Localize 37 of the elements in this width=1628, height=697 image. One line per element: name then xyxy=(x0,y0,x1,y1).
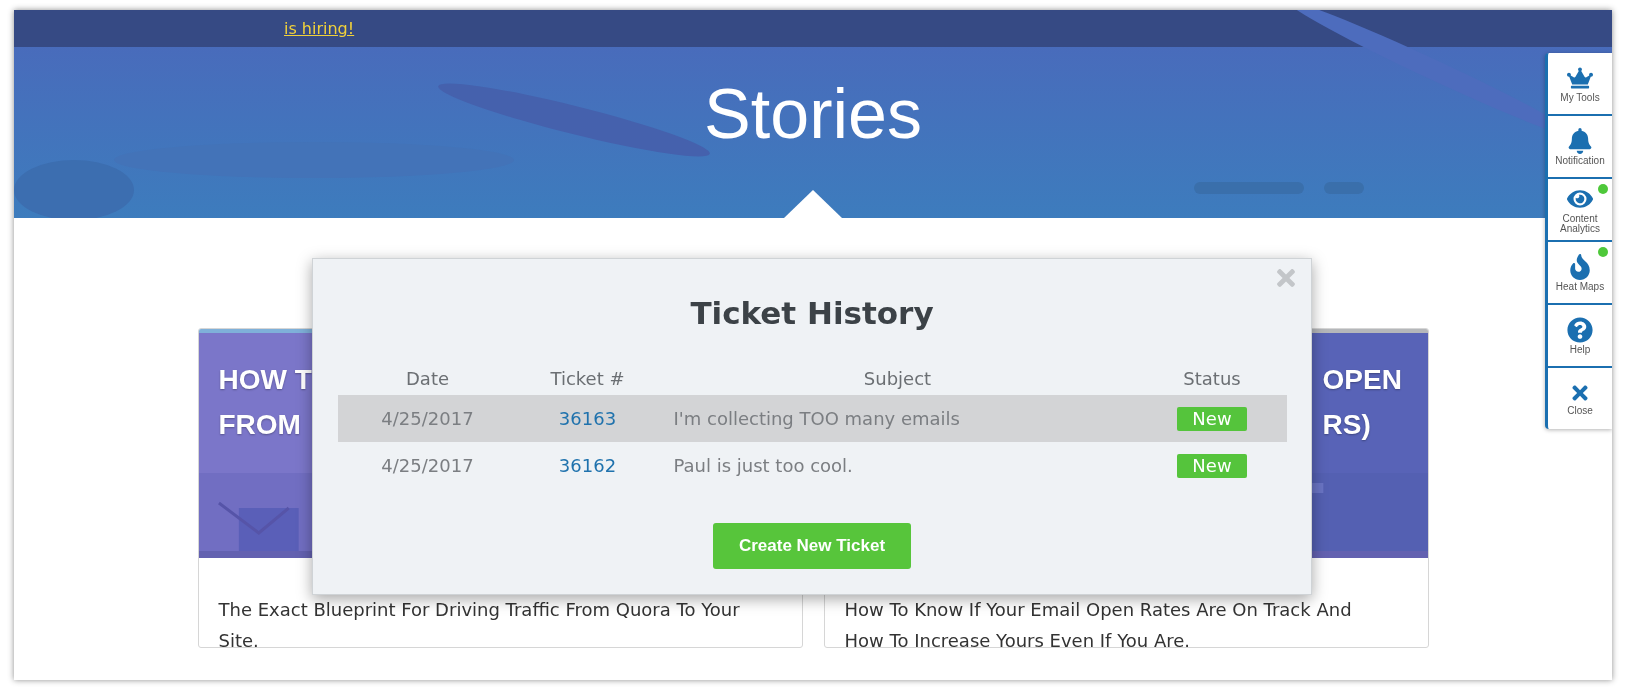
subject-cell-text: I'm collecting TOO many emails xyxy=(672,408,960,429)
ticket-link[interactable]: 36162 xyxy=(558,455,617,476)
card-description: The Exact Blueprint For Driving Traffic From Quora To Your Site. xyxy=(217,598,741,647)
column-header: Date xyxy=(406,367,449,389)
sidebar-label: My Tools xyxy=(1560,92,1600,103)
hiring-link[interactable]: is hiring! xyxy=(284,19,355,38)
sidebar-item[interactable]: Close xyxy=(1548,368,1612,429)
sidebar-label: Heat Maps xyxy=(1555,281,1605,292)
subject-cell-text: Paul is just too cool. xyxy=(672,455,853,476)
sidebar-label: Close xyxy=(1567,405,1593,416)
sidebar-item[interactable]: My Tools xyxy=(1548,53,1612,116)
pointer-triangle xyxy=(784,190,842,218)
bell-icon xyxy=(1567,127,1593,154)
ticket-row[interactable]: 4/25/2017 36162 Paul is just too cool. New xyxy=(337,442,1287,489)
sidebar-item[interactable]: Notification xyxy=(1548,116,1612,179)
status-badge: New xyxy=(1177,453,1247,478)
column-header: Status xyxy=(1183,367,1241,389)
dialog-title: Ticket History xyxy=(690,294,934,333)
card-title: OPEN xyxy=(1322,363,1402,397)
column-header: Subject xyxy=(863,367,932,389)
card-title: HOW T xyxy=(218,363,312,397)
card-title: FROM xyxy=(218,408,302,442)
help-icon xyxy=(1567,316,1593,343)
sidebar-item[interactable]: Content Analytics xyxy=(1548,179,1612,242)
date-cell: 4/25/2017 xyxy=(381,408,474,429)
card-title: RS) xyxy=(1322,408,1372,442)
page-title: Stories xyxy=(704,79,922,149)
sidebar-item[interactable]: Help xyxy=(1548,305,1612,368)
flame-icon xyxy=(1567,253,1593,280)
card-description: How To Know If Your Email Open Rates Are On Track And How To Increase Yours Even If You Are. xyxy=(843,598,1353,647)
date-cell: 4/25/2017 xyxy=(381,455,474,476)
sidebar-label: Notification xyxy=(1555,155,1605,166)
sidebar-label: Content Analytics xyxy=(1559,213,1601,234)
sidebar-label: Help xyxy=(1569,344,1591,355)
column-header: Ticket # xyxy=(550,367,625,389)
sidebar-item[interactable]: Heat Maps xyxy=(1548,242,1612,305)
status-badge: New xyxy=(1177,406,1247,431)
